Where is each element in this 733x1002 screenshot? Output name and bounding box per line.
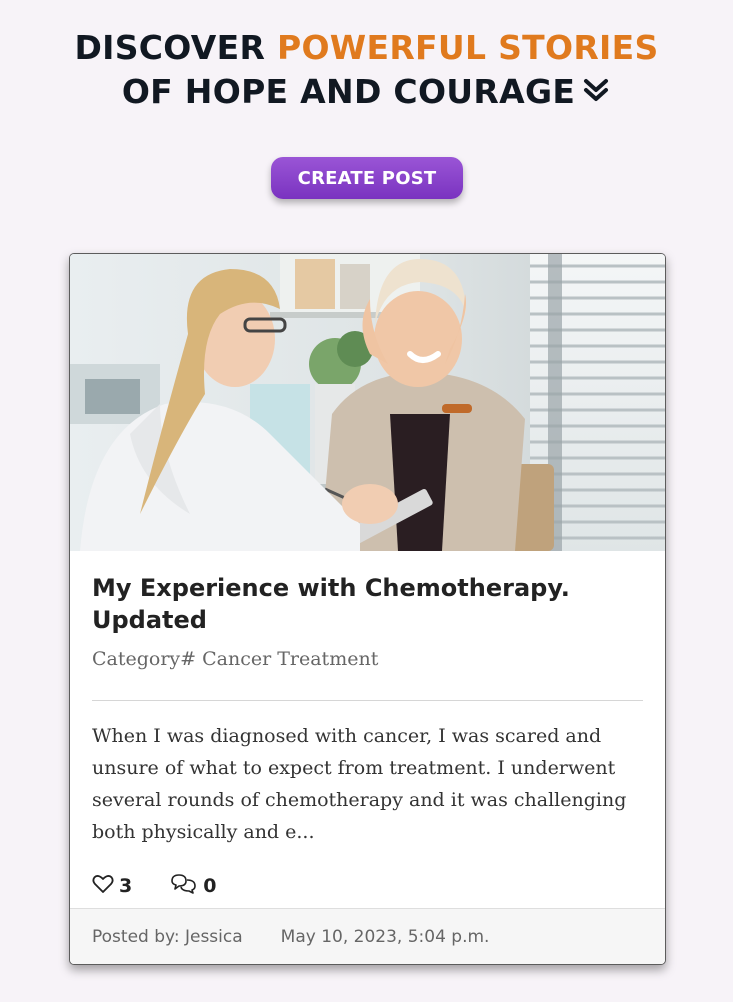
post-title[interactable]: My Experience with Chemotherapy. Updated (92, 572, 647, 636)
comments-icon (170, 873, 203, 900)
like-count: 3 (119, 875, 133, 897)
post-excerpt: When I was diagnosed with cancer, I was … (92, 725, 627, 843)
post-author: Posted by: Jessica (92, 927, 243, 947)
headline-line-2-text: OF HOPE AND COURAGE (121, 72, 576, 111)
post-image[interactable] (70, 254, 665, 551)
post-stats: 3 0 (92, 873, 216, 900)
headline-prefix: DISCOVER (74, 28, 266, 67)
divider (92, 700, 643, 701)
like-button[interactable]: 3 (92, 874, 132, 899)
comment-button[interactable]: 0 (170, 873, 216, 900)
post-card[interactable]: My Experience with Chemotherapy. Updated… (69, 253, 666, 965)
headline-line-2: OF HOPE AND COURAGE (0, 70, 733, 116)
post-category: Category# Cancer Treatment (92, 648, 379, 670)
post-footer: Posted by: Jessica May 10, 2023, 5:04 p.… (70, 908, 665, 964)
double-chevron-down-icon (581, 72, 611, 116)
create-post-button[interactable]: CREATE POST (271, 157, 463, 199)
headline-accent: POWERFUL STORIES (276, 28, 659, 67)
comment-count: 0 (203, 875, 217, 897)
post-date: May 10, 2023, 5:04 p.m. (280, 927, 490, 947)
page-headline: DISCOVER POWERFUL STORIES OF HOPE AND CO… (0, 26, 733, 116)
headline-line-1: DISCOVER POWERFUL STORIES (0, 26, 733, 70)
heart-icon (92, 874, 119, 899)
